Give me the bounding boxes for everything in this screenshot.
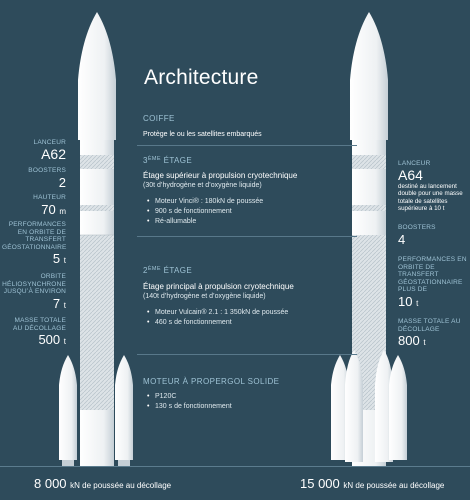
third-stage-desc: Étage supérieur à propulsion cryotechniq… [143,171,298,180]
a64-mass-unit: t [423,338,426,347]
ground-line [0,466,470,467]
a62-perf-gto-spec: PERFORMANCES EN ORBITE DE TRANSFERT GÉOS… [2,221,66,268]
a62-perf-sso-label: ORBITE HÉLIOSYNCHRONE JUSQU’À ENVIRON [2,273,66,295]
a62-perf-gto-label: PERFORMANCES EN ORBITE DE TRANSFERT GÉOS… [2,221,67,251]
third-stage-bullet: Moteur Vinci® : 180kN de poussée [147,197,353,207]
third-stage-title: 3ÈME ÉTAGE [143,156,353,165]
a62-mass-unit: t [63,337,66,346]
a62-perf-sso-spec: ORBITE HÉLIOSYNCHRONE JUSQU’À ENVIRON 7 … [2,273,66,313]
separator-third-stage [137,236,357,237]
solid-motor-bullet: 130 s de fonctionnement [147,402,353,412]
second-stage-bullet: Moteur Vulcain® 2.1 : 1 350kN de poussée [147,308,353,318]
a62-perf-gto-value: 5 [52,251,61,266]
a64-mass-value: 800 [398,333,420,348]
third-stage-word: ÉTAGE [160,156,193,165]
a62-thrust-value: 8 000 [34,476,67,491]
a62-thrust: 8 000 kN de poussée au décollage [34,476,171,491]
a64-perf-gto-unit: t [416,298,419,308]
third-stage-bullet: 900 s de fonctionnement [147,207,353,217]
a62-mass-label: MASSE TOTALE AU DÉCOLLAGE [13,317,66,332]
coiffe-title: COIFFE [143,114,175,123]
section-coiffe: COIFFE Protège le ou les satellites emba… [143,114,353,140]
a64-boosters-value: 4 [398,231,406,247]
section-third-stage: 3ÈME ÉTAGE Étage supérieur à propulsion … [143,156,353,227]
a62-boosters-value: 2 [58,174,66,190]
a64-perf-gto-label: PERFORMANCES EN ORBITE DE TRANSFERT GÉOS… [398,256,467,293]
solid-motor-bullets: P120C 130 s de fonctionnement [143,392,353,412]
a64-boosters-spec: BOOSTERS 4 [398,224,470,247]
a64-perf-gto-spec: PERFORMANCES EN ORBITE DE TRANSFERT GÉOS… [398,256,470,311]
third-stage-bullet: Ré-allumable [147,217,353,227]
a62-perf-gto-unit: t [63,256,66,265]
a64-lanceur-desc: destiné au lancement double pour une mas… [398,182,463,213]
third-stage-sup: ÈME [147,156,161,162]
a62-core [78,12,116,466]
a62-hauteur-unit: m [59,206,66,216]
a62-mass-value: 500 [38,332,61,347]
a64-perf-gto-value: 10 [398,293,413,309]
second-stage-sub: (140t d’hydrogène et d’oxygène liquide) [143,293,266,300]
a64-mass-label: MASSE TOTALE AU DÉCOLLAGE [398,318,461,333]
a64-mass-spec: MASSE TOTALE AU DÉCOLLAGE 800 t [398,318,470,350]
a64-lanceur-value: A64 [398,166,423,183]
a62-mass-spec: MASSE TOTALE AU DÉCOLLAGE 500 t [6,317,66,349]
second-stage-title: 2ÈME ÉTAGE [143,266,353,275]
a62-hauteur-value: 70 [41,201,56,217]
a64-boosters-label: BOOSTERS [398,224,436,231]
a62-lanceur-value: A62 [41,145,66,162]
a64-thrust-value: 15 000 [300,476,340,491]
a62-lanceur: LANCEUR A62 [6,139,66,162]
a64-lanceur: LANCEUR A64 destiné au lancement double … [398,160,470,213]
section-second-stage: 2ÈME ÉTAGE Étage principal à propulsion … [143,266,353,328]
a64-thrust: 15 000 kN de poussée au décollage [300,476,444,491]
page-title: Architecture [144,66,259,89]
a62-thrust-unit: kN de poussée au décollage [70,481,172,490]
a62-hauteur-label: HAUTEUR [33,194,66,201]
third-stage-bullets: Moteur Vinci® : 180kN de poussée 900 s d… [143,197,353,227]
solid-motor-title: MOTEUR À PROPERGOL SOLIDE [143,377,280,386]
separator-second-stage [137,354,357,355]
coiffe-desc: Protège le ou les satellites embarqués [143,131,262,138]
second-stage-sup: ÈME [147,266,161,272]
second-stage-bullet: 460 s de fonctionnement [147,318,353,328]
second-stage-word: ÉTAGE [160,266,193,275]
separator-coiffe [137,145,357,146]
a62-boosters-label: BOOSTERS [28,167,66,174]
a62-boosters-spec: BOOSTERS 2 [6,167,66,190]
section-solid-motor: MOTEUR À PROPERGOL SOLIDE P120C 130 s de… [143,377,353,412]
second-stage-desc: Étage principal à propulsion cryotechniq… [143,282,294,291]
solid-motor-bullet: P120C [147,392,353,402]
second-stage-bullets: Moteur Vulcain® 2.1 : 1 350kN de poussée… [143,308,353,328]
a62-perf-sso-unit: t [63,300,66,310]
a64-thrust-unit: kN de poussée au décollage [343,481,445,490]
third-stage-sub: (30t d’hydrogène et d’oxygène liquide) [143,182,262,189]
a62-hauteur-spec: HAUTEUR 70 m [6,194,66,219]
a62-perf-sso-value: 7 [52,295,61,311]
